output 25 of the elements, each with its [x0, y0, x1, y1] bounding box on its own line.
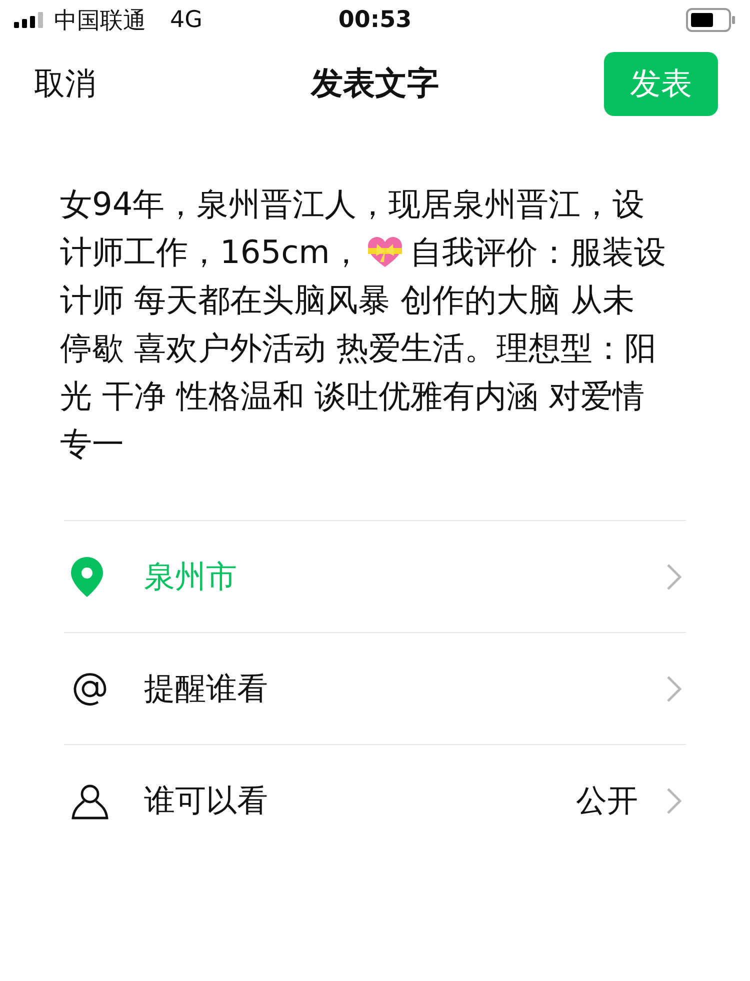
status-time: 00:53 [337, 7, 413, 33]
option-row[interactable]: 提醒谁看 [64, 632, 686, 744]
signal-icon [14, 12, 44, 28]
post-text-line: 光 干净 性格温和 谈吐优雅有内涵 对爱情 [60, 376, 645, 417]
page-title: 发表文字 [310, 63, 440, 104]
post-text-line: 自我评价：服装设 [410, 232, 666, 273]
chevron-right-icon [666, 674, 682, 702]
battery-icon [686, 8, 736, 32]
post-text-line: 专一 [60, 424, 124, 465]
post-text-line: 计师工作，165cm， [60, 232, 362, 273]
location-pin-icon [70, 556, 104, 598]
post-text-line: 计师 每天都在头脑风暴 创作的大脑 从未 [60, 280, 635, 321]
cancel-button[interactable]: 取消 [34, 63, 96, 105]
carrier-name: 中国联通 [54, 6, 146, 36]
option-label: 谁可以看 [144, 782, 269, 820]
option-value: 公开 [576, 782, 638, 820]
network-type: 4G [170, 7, 202, 33]
heart-gift-icon [366, 236, 404, 268]
post-text-line: 女94年，泉州晋江人，现居泉州晋江，设 [60, 184, 645, 225]
chevron-right-icon [666, 562, 682, 590]
post-text-line: 停歇 喜欢户外活动 热爱生活。理想型：阳 [60, 328, 656, 369]
option-label: 提醒谁看 [144, 670, 269, 708]
option-label: 泉州市 [144, 558, 238, 596]
option-row[interactable]: 谁可以看 公开 [64, 744, 686, 856]
chevron-right-icon [666, 786, 682, 814]
